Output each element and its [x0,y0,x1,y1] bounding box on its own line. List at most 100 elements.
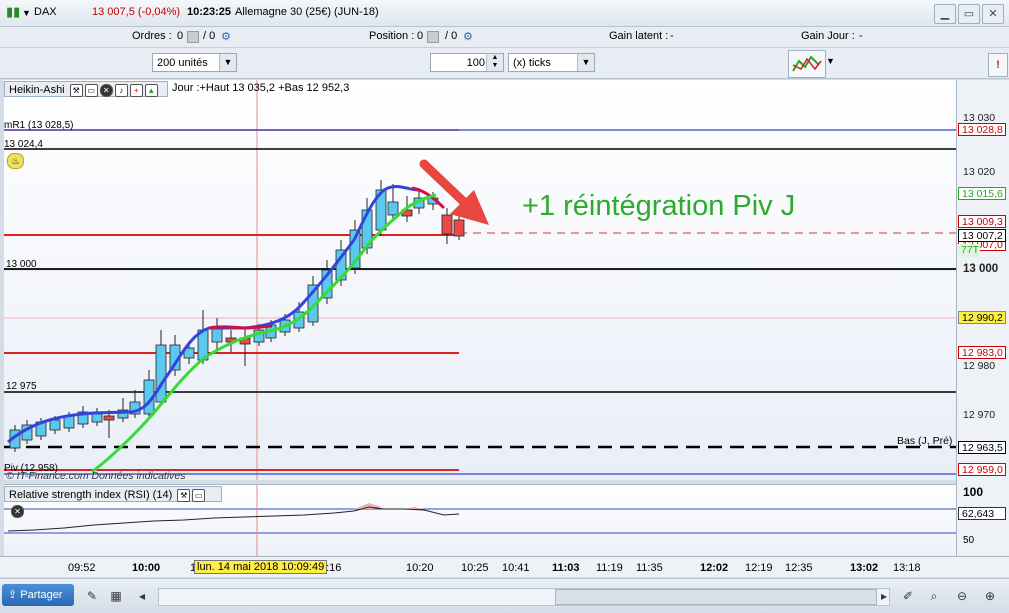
candle-body [387,201,399,216]
position-total: / 0 [445,30,458,42]
price-axis[interactable]: 13 030 13 020 13 000 12 980 12 970 13 02… [956,80,1009,560]
time-tick: 10:41 [502,562,530,574]
gain-latent-value: - [670,30,674,42]
window-icon[interactable]: ▭ [192,488,206,502]
zoom-region-icon[interactable]: ⌕ [926,588,942,604]
position-value: 0 [417,30,424,42]
tick-count-badge: 77T [958,244,980,257]
candle-body [103,415,115,421]
time-tick: 10:25 [461,562,489,574]
time-tick: 12:19 [745,562,773,574]
gear-icon[interactable]: ⚙ [463,30,473,43]
close-icon[interactable]: ✕ [99,83,113,97]
scroll-left-icon[interactable]: ◂ [134,588,150,604]
chart-app-icon: ▮▮ [6,4,21,19]
level-12975-label: 12 975 [6,381,37,392]
candle-body [441,214,453,235]
gear-icon[interactable]: ⚙ [221,30,231,43]
candle-body [211,327,223,343]
share-icon: ⇪ [8,589,18,601]
wrench-icon[interactable]: ⚒ [69,83,83,97]
rsi-line [7,506,460,532]
chevron-down-icon[interactable]: ▼ [826,56,835,66]
time-tick: 11:19 [596,562,623,574]
up-icon[interactable]: ▲ [144,83,158,97]
bell-icon[interactable]: ♪ [114,83,128,97]
time-tick: 13:18 [893,562,921,574]
level-13024-label: 13 024,4 [4,139,43,150]
chevron-down-icon: ▼ [577,54,594,71]
gain-jour-value: - [859,30,863,42]
add-indicator-icon[interactable]: + [129,83,143,97]
rsi-panel[interactable]: Relative strength index (RSI) (14) ⚒ ▭ ✕ [4,484,956,557]
link-icon[interactable]: ✎ [84,588,100,604]
orders-clear-icon[interactable] [187,31,199,43]
close-button[interactable]: ✕ [982,4,1004,24]
orders-total: / 0 [203,30,216,42]
price-tag: 13 015,6 [958,187,1006,200]
time-tick: 12:35 [785,562,813,574]
price-tick: 12 980 [963,360,996,372]
candle-body [155,344,167,403]
chart-tab[interactable]: Heikin-Ashi ⚒ ▭ ✕ ♪ + ▲ [4,81,168,97]
watermark-text: © IT-Finance.com Données indicatives [6,470,186,482]
gain-jour-label: Gain Jour : [801,30,855,42]
position-label: Position : [369,30,415,42]
price-tick: 13 000 [963,263,999,275]
ma-green-line [91,193,437,474]
price-tag: 12 959,0 [958,463,1006,476]
bottom-toolbar: ⇪ Partager ✎ ▦ ◂ ▸ ✐ ⌕ ⊖ ⊕ [0,578,1009,613]
zoom-out-icon[interactable]: ⊖ [954,588,970,604]
stepper-arrows-icon[interactable]: ▲ ▼ [486,54,503,71]
units-select[interactable]: 200 unités ▼ [152,53,237,72]
wrench-icon[interactable]: ⚒ [177,488,191,502]
clock-time: 10:23:25 [187,6,232,18]
chevron-down-icon: ▼ [219,54,236,71]
scroll-right-icon[interactable]: ▸ [876,588,892,604]
dropdown-chevron-icon[interactable]: ▼ [22,8,31,18]
position-clear-icon[interactable] [427,31,439,43]
strategy-chart-icon [792,55,822,72]
price-tick: 13 020 [963,166,996,178]
candle-body [453,219,465,237]
rsi-value-tag: 62,643 [958,507,1006,520]
ma-blue-line [7,184,419,444]
rsi-tab[interactable]: Relative strength index (RSI) (14) ⚒ ▭ ✕ [4,486,222,518]
time-axis[interactable]: 09:52 10:00 1 lun. 14 mai 2018 10:09:49 … [0,556,1009,577]
drawing-tools-icon[interactable]: ✐ [900,588,916,604]
minimize-button[interactable]: ▁ [934,4,956,24]
day-range-text: Jour :+Haut 13 035,2 +Bas 12 952,3 [172,82,350,94]
instrument-name: Allemagne 30 (25€) (JUN-18) [235,6,379,18]
annotation-text: +1 réintégration Piv J [522,190,796,222]
ma-red-segment [208,324,273,330]
bas-label: Bas (J, Pré) [897,435,953,447]
maximize-button[interactable]: ▭ [958,4,980,24]
time-scrollbar[interactable] [158,588,890,606]
orders-label: Ordres : [132,30,172,42]
rsi-tick: 50 [963,535,975,546]
window-icon[interactable]: ▭ [84,83,98,97]
scrollbar-thumb[interactable] [555,589,877,605]
price-chart[interactable]: Heikin-Ashi ⚒ ▭ ✕ ♪ + ▲ Jour :+Haut 13 035,2 … [4,80,956,482]
rsi-label: Relative strength index (RSI) (14) [9,489,173,501]
time-tick: 11:03 [552,562,580,574]
ticks-stepper[interactable]: 100 ▲ ▼ [430,53,504,72]
share-button[interactable]: ⇪ Partager [2,584,74,606]
alert-bell-icon[interactable]: ♨ [7,153,24,169]
candles-icon[interactable]: ▦ [108,588,124,604]
price-tag: 12 990,2 [958,311,1006,324]
time-tick: 10:00 [132,562,161,574]
orders-value: 0 [177,30,184,42]
title-bar: ▮▮ ▼ DAX 13 007,5 (-0,04%) 10:23:25 Alle… [0,0,1009,27]
time-tick: 12:02 [700,562,729,574]
ticks-mode-select[interactable]: (x) ticks ▼ [508,53,595,72]
zoom-in-icon[interactable]: ⊕ [982,588,998,604]
price-tag: 13 009,3 [958,215,1006,228]
rsi-tick: 100 [963,485,984,499]
trade-side-icon[interactable]: ! [988,53,1008,77]
time-tick: 13:02 [850,562,879,574]
account-info-bar: Ordres : 0 / 0 ⚙ Position : 0 / 0 ⚙ Gain… [0,27,1009,48]
crosshair-date-tag: lun. 14 mai 2018 10:09:49 [194,560,328,574]
close-icon[interactable]: ✕ [11,504,24,518]
strategy-chart-button[interactable] [788,50,826,78]
